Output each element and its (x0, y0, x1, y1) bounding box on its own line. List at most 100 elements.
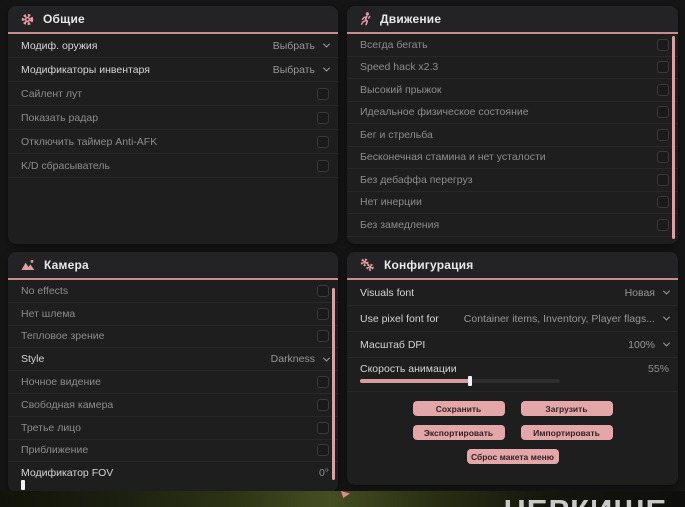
row-silent-loot: Сайлент лут (8, 82, 338, 106)
slider-value: 55% (647, 363, 669, 375)
third-person-checkbox[interactable] (317, 421, 329, 434)
infinite-stamina-checkbox[interactable] (657, 151, 669, 164)
speed-hack-checkbox[interactable] (657, 61, 669, 74)
chevron-down-icon (322, 354, 331, 362)
movement-scrollbar[interactable] (672, 36, 675, 239)
inventory-mods-dropdown[interactable]: Выбрать (273, 64, 331, 76)
zoom-checkbox[interactable] (317, 444, 329, 457)
animation-speed-slider[interactable] (360, 376, 560, 386)
panel-camera-header: Камера (8, 252, 338, 280)
reset-menu-layout-button[interactable]: Сброс макета меню (466, 449, 559, 464)
row-no-slowdown: Без замедления (347, 214, 678, 237)
no-overload-debuff-checkbox[interactable] (657, 173, 669, 186)
dpi-scale-dropdown[interactable]: 100% (628, 339, 671, 351)
dropdown-value: Container items, Inventory, Player flags… (463, 312, 655, 325)
always-run-checkbox[interactable] (657, 38, 669, 51)
style-dropdown[interactable]: Darkness (270, 353, 331, 366)
row-show-radar: Показать радар (8, 106, 338, 130)
row-style: Style Darkness (8, 348, 338, 372)
row-label: Нет шлема (21, 307, 76, 320)
perfect-physical-condition-checkbox[interactable] (657, 106, 669, 119)
show-radar-checkbox[interactable] (317, 111, 329, 124)
panel-camera: Камера No effects Нет шлема Тепловое зрени… (8, 252, 338, 492)
row-animation-speed: Скорость анимации 55% (347, 358, 678, 392)
kd-resetter-checkbox[interactable] (317, 159, 329, 172)
row-label: Visuals font (360, 286, 415, 299)
export-button[interactable]: Экспортировать (412, 425, 505, 440)
row-run-and-shoot: Бег и стрельба (347, 124, 678, 147)
row-label: Сайлент лут (21, 87, 83, 100)
row-high-jump: Высокий прыжок (347, 79, 678, 102)
row-night-vision: Ночное видение (8, 371, 338, 394)
runner-icon (360, 12, 371, 26)
panel-config-header: Конфигурация (347, 252, 678, 280)
row-label: Всегда бегать (360, 38, 428, 51)
row-no-inertia: Нет инерции (347, 192, 678, 214)
row-label: Показать радар (21, 111, 99, 124)
row-label: Идеальное физическое состояние (360, 106, 529, 119)
row-label: Модификаторы инвентаря (21, 63, 150, 76)
slider-handle[interactable] (21, 480, 25, 491)
run-and-shoot-checkbox[interactable] (657, 128, 669, 141)
row-no-helmet: Нет шлема (8, 303, 338, 326)
row-label: Третье лицо (21, 421, 81, 434)
row-zoom: Приближение (8, 440, 338, 463)
free-camera-checkbox[interactable] (317, 398, 329, 411)
no-slowdown-checkbox[interactable] (657, 218, 669, 231)
panel-title: Общие (43, 12, 85, 26)
panel-title: Камера (44, 258, 89, 272)
chevron-down-icon (322, 40, 331, 48)
row-disable-anti-afk-timer: Отключить таймер Anti-AFK (8, 130, 338, 154)
no-inertia-checkbox[interactable] (657, 196, 669, 209)
row-label: Speed hack x2.3 (360, 61, 439, 74)
config-buttons: Сохранить Загрузить Экспортировать Импортир… (347, 401, 678, 464)
row-label: Модификатор FOV (21, 467, 114, 480)
panel-general-rows: Модиф. оружия Выбрать Модификаторы инвента… (8, 34, 338, 178)
disable-anti-afk-timer-checkbox[interactable] (317, 135, 329, 148)
row-label: Бег и стрельба (360, 128, 433, 141)
row-label: No effects (21, 284, 69, 297)
camera-scrollbar[interactable] (332, 288, 335, 480)
dropdown-value: Выбрать (272, 39, 315, 52)
button-row: Экспортировать Импортировать (347, 425, 678, 440)
row-kd-resetter: K/D сбрасыватель (8, 154, 338, 178)
save-button[interactable]: Сохранить (412, 401, 505, 416)
high-jump-checkbox[interactable] (657, 83, 669, 96)
panel-general-header: Общие (8, 6, 338, 34)
night-vision-checkbox[interactable] (317, 376, 329, 389)
row-label: Style (21, 353, 45, 366)
slider-handle[interactable] (468, 376, 472, 386)
row-perfect-physical-condition: Идеальное физическое состояние (347, 102, 678, 124)
pixel-font-for-dropdown[interactable]: Container items, Inventory, Player flags… (463, 312, 671, 325)
panel-config-rows: Visuals font Новая Use pixel font for Conta… (347, 280, 678, 392)
row-label: Высокий прыжок (360, 83, 442, 96)
import-button[interactable]: Импортировать (520, 425, 613, 440)
no-effects-checkbox[interactable] (317, 284, 329, 297)
chevron-down-icon (662, 339, 671, 347)
no-helmet-checkbox[interactable] (317, 307, 329, 320)
load-button[interactable]: Загрузить (520, 401, 613, 416)
row-label: Скорость анимации (360, 363, 457, 375)
fov-modifier-slider[interactable] (21, 480, 221, 491)
button-row: Сброс макета меню (347, 449, 678, 464)
row-always-run: Всегда бегать (347, 34, 678, 57)
gears-icon (360, 258, 375, 272)
dropdown-value: Darkness (270, 353, 315, 366)
row-label: Нет инерции (360, 196, 422, 209)
chevron-down-icon (322, 64, 331, 72)
row-dpi-scale: Масштаб DPI 100% (347, 332, 678, 358)
chevron-down-icon (662, 313, 671, 321)
row-label: Бесконечная стамина и нет усталости (360, 151, 546, 164)
row-speed-hack: Speed hack x2.3 (347, 57, 678, 79)
silent-loot-checkbox[interactable] (317, 87, 329, 100)
row-label: Тепловое зрение (21, 330, 105, 343)
gear-icon (21, 13, 34, 26)
row-no-effects: No effects (8, 280, 338, 303)
weapon-mods-dropdown[interactable]: Выбрать (272, 39, 331, 52)
visuals-font-dropdown[interactable]: Новая (625, 287, 671, 299)
row-label: Приближение (21, 444, 89, 457)
panel-movement: Движение Всегда бегать Speed hack x2.3 Выс… (347, 6, 678, 244)
thermal-vision-checkbox[interactable] (317, 330, 329, 343)
panel-title: Движение (380, 12, 442, 26)
panel-config: Конфигурация Visuals font Новая Use pixel … (347, 252, 678, 485)
